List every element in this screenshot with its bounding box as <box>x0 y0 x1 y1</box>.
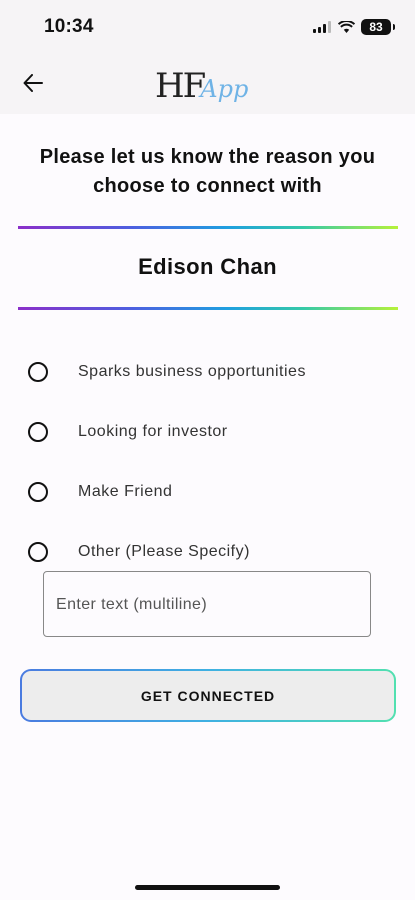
option-investor[interactable]: Looking for investor <box>28 402 398 462</box>
gradient-divider-bottom <box>18 307 398 310</box>
radio-button[interactable] <box>28 542 48 562</box>
home-indicator <box>135 885 280 890</box>
app-header: HF App <box>0 56 415 114</box>
status-time: 10:34 <box>44 16 94 37</box>
option-friend[interactable]: Make Friend <box>28 462 398 522</box>
connect-button-border: GET CONNECTED <box>20 669 396 722</box>
option-label: Sparks business opportunities <box>78 363 306 380</box>
radio-button[interactable] <box>28 362 48 382</box>
app-logo: HF App <box>155 64 248 104</box>
option-label: Other (Please Specify) <box>78 543 250 560</box>
signal-icon <box>313 21 331 33</box>
wifi-icon <box>338 21 355 33</box>
contact-name: Edison Chan <box>138 254 277 279</box>
logo-sub: App <box>200 75 249 103</box>
back-button[interactable] <box>18 68 48 98</box>
gradient-divider-top <box>18 226 398 229</box>
other-reason-input[interactable] <box>43 571 371 637</box>
connect-reason-screen: 10:34 83 HF App Please let us know the r… <box>0 0 415 900</box>
status-icons: 83 <box>313 19 395 35</box>
status-bar: 10:34 83 <box>0 0 415 56</box>
battery-icon: 83 <box>361 19 395 35</box>
radio-button[interactable] <box>28 422 48 442</box>
reason-options: Sparks business opportunities Looking fo… <box>28 342 398 582</box>
reason-question: Please let us know the reason you choose… <box>39 146 376 197</box>
logo-main: HF <box>155 66 206 106</box>
arrow-left-icon <box>23 74 43 92</box>
get-connected-button[interactable]: GET CONNECTED <box>22 671 394 720</box>
radio-button[interactable] <box>28 482 48 502</box>
option-label: Looking for investor <box>78 423 228 440</box>
option-business[interactable]: Sparks business opportunities <box>28 342 398 402</box>
option-label: Make Friend <box>78 483 173 500</box>
